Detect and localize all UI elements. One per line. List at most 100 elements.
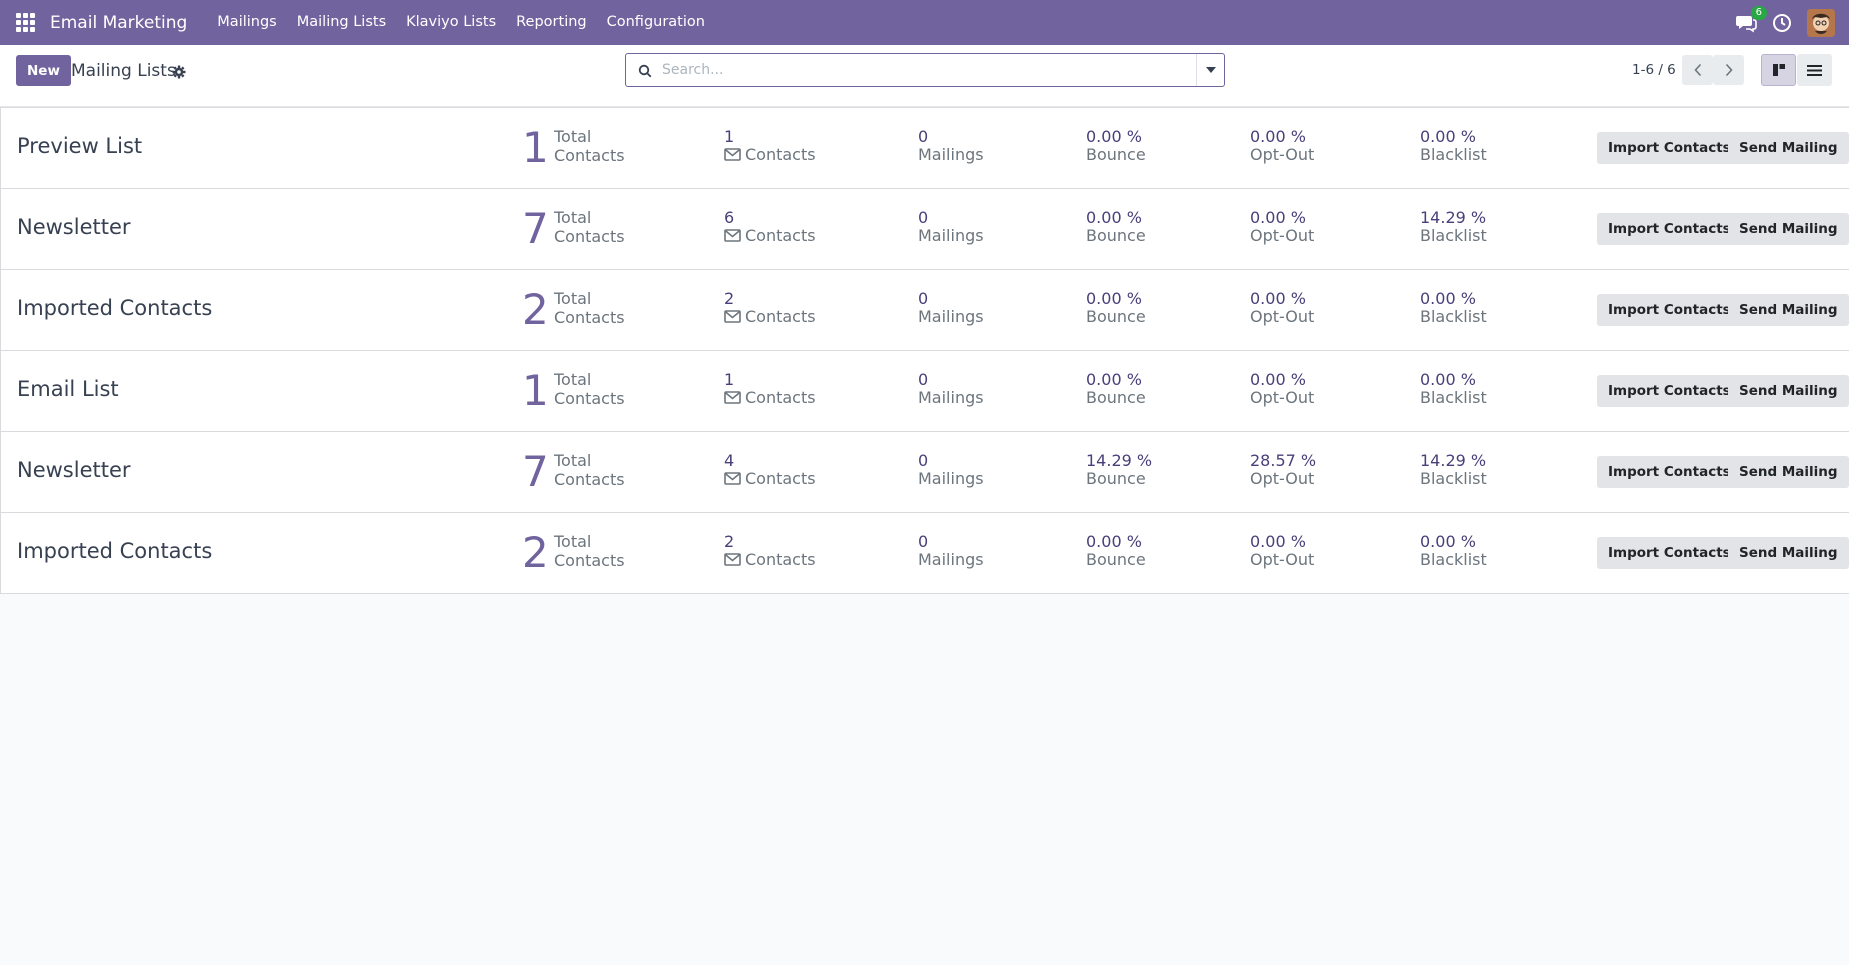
import-contacts-button[interactable]: Import Contacts — [1597, 132, 1742, 164]
mailing-list-row[interactable]: Email List 1 Total Contacts 1 Contacts 0M… — [0, 351, 1849, 432]
mailings-stat[interactable]: 0 Mailings — [918, 452, 984, 488]
bounce-stat[interactable]: 0.00 % Bounce — [1086, 533, 1146, 569]
mailing-list-row[interactable]: Preview List 1 Total Contacts 1 Contacts … — [0, 108, 1849, 189]
envelope-icon — [724, 391, 741, 404]
mailing-list-row[interactable]: Newsletter 7 Total Contacts 6 Contacts 0M… — [0, 189, 1849, 270]
list-name: Email List — [17, 377, 119, 401]
chat-icon[interactable]: 6 — [1735, 5, 1767, 33]
mailings-stat[interactable]: 0 Mailings — [918, 371, 984, 407]
activity-clock-icon[interactable] — [1771, 12, 1793, 34]
envelope-icon — [724, 472, 741, 485]
total-contacts-value: 2 — [522, 285, 549, 334]
list-icon — [1807, 64, 1822, 76]
total-contacts-label: Total Contacts — [554, 208, 625, 246]
systray: 6 — [1735, 5, 1835, 37]
contacts-stat[interactable]: 2 Contacts — [724, 290, 816, 326]
search-bar — [625, 53, 1225, 87]
envelope-icon — [724, 229, 741, 242]
send-mailing-button[interactable]: Send Mailing — [1728, 537, 1849, 569]
optout-stat[interactable]: 0.00 % Opt-Out — [1250, 128, 1314, 164]
mailing-list-row[interactable]: Imported Contacts 2 Total Contacts 2 Cont… — [0, 513, 1849, 594]
total-contacts-label: Total Contacts — [554, 451, 625, 489]
import-contacts-button[interactable]: Import Contacts — [1597, 294, 1742, 326]
optout-stat[interactable]: 0.00 % Opt-Out — [1250, 290, 1314, 326]
top-navbar: Email Marketing Mailings Mailing Lists K… — [0, 0, 1849, 45]
bounce-stat[interactable]: 0.00 % Bounce — [1086, 128, 1146, 164]
bounce-stat[interactable]: 14.29 % Bounce — [1086, 452, 1152, 488]
chevron-left-icon — [1693, 63, 1701, 77]
chat-badge: 6 — [1750, 5, 1767, 20]
blacklist-stat[interactable]: 0.00 % Blacklist — [1420, 128, 1487, 164]
total-contacts-label: Total Contacts — [554, 289, 625, 327]
total-contacts-label: Total Contacts — [554, 370, 625, 408]
mailings-stat[interactable]: 0 Mailings — [918, 533, 984, 569]
blacklist-stat[interactable]: 0.00 % Blacklist — [1420, 371, 1487, 407]
optout-stat[interactable]: 0.00 % Opt-Out — [1250, 371, 1314, 407]
mailing-list-row[interactable]: Newsletter 7 Total Contacts 4 Contacts 0M… — [0, 432, 1849, 513]
send-mailing-button[interactable]: Send Mailing — [1728, 213, 1849, 245]
total-contacts-label: Total Contacts — [554, 127, 625, 165]
blacklist-stat[interactable]: 0.00 % Blacklist — [1420, 290, 1487, 326]
search-options-toggle[interactable] — [1196, 54, 1224, 86]
mailings-stat[interactable]: 0 Mailings — [918, 209, 984, 245]
contacts-stat[interactable]: 4 Contacts — [724, 452, 816, 488]
chevron-right-icon — [1725, 63, 1733, 77]
mailing-list-row[interactable]: Imported Contacts 2 Total Contacts 2 Cont… — [0, 270, 1849, 351]
bounce-stat[interactable]: 0.00 % Bounce — [1086, 290, 1146, 326]
list-name: Preview List — [17, 134, 143, 158]
menu-mailing-lists[interactable]: Mailing Lists — [287, 0, 396, 45]
bounce-stat[interactable]: 0.00 % Bounce — [1086, 371, 1146, 407]
menu-mailings[interactable]: Mailings — [207, 0, 286, 45]
total-contacts-value: 1 — [522, 123, 549, 172]
total-contacts-value: 7 — [522, 204, 549, 253]
app-grid-icon[interactable] — [16, 12, 36, 33]
import-contacts-button[interactable]: Import Contacts — [1597, 375, 1742, 407]
menu-configuration[interactable]: Configuration — [597, 0, 715, 45]
new-button[interactable]: New — [16, 55, 71, 86]
total-contacts-value: 1 — [522, 366, 549, 415]
bounce-stat[interactable]: 0.00 % Bounce — [1086, 209, 1146, 245]
control-panel: New Mailing Lists 1-6 / 6 — [0, 45, 1849, 107]
main-menu: Mailings Mailing Lists Klaviyo Lists Rep… — [207, 0, 715, 45]
menu-reporting[interactable]: Reporting — [506, 0, 597, 45]
kanban-view-button[interactable] — [1761, 54, 1796, 86]
gear-icon[interactable] — [172, 64, 186, 79]
send-mailing-button[interactable]: Send Mailing — [1728, 456, 1849, 488]
contacts-stat[interactable]: 1 Contacts — [724, 128, 816, 164]
user-avatar[interactable] — [1807, 8, 1835, 37]
send-mailing-button[interactable]: Send Mailing — [1728, 132, 1849, 164]
envelope-icon — [724, 553, 741, 566]
breadcrumb: Mailing Lists — [71, 61, 176, 81]
import-contacts-button[interactable]: Import Contacts — [1597, 213, 1742, 245]
blacklist-stat[interactable]: 14.29 % Blacklist — [1420, 209, 1487, 245]
contacts-stat[interactable]: 2 Contacts — [724, 533, 816, 569]
optout-stat[interactable]: 0.00 % Opt-Out — [1250, 533, 1314, 569]
list-name: Newsletter — [17, 458, 131, 482]
import-contacts-button[interactable]: Import Contacts — [1597, 456, 1742, 488]
optout-stat[interactable]: 28.57 % Opt-Out — [1250, 452, 1316, 488]
list-view-button[interactable] — [1797, 54, 1832, 86]
search-input[interactable] — [662, 62, 1196, 78]
mailings-stat[interactable]: 0 Mailings — [918, 128, 984, 164]
caret-down-icon — [1205, 67, 1216, 73]
total-contacts-value: 7 — [522, 447, 549, 496]
contacts-stat[interactable]: 1 Contacts — [724, 371, 816, 407]
total-contacts-value: 2 — [522, 528, 549, 577]
menu-klaviyo-lists[interactable]: Klaviyo Lists — [396, 0, 506, 45]
envelope-icon — [724, 148, 741, 161]
contacts-stat[interactable]: 6 Contacts — [724, 209, 816, 245]
list-name: Imported Contacts — [17, 296, 213, 320]
app-brand[interactable]: Email Marketing — [50, 13, 187, 33]
import-contacts-button[interactable]: Import Contacts — [1597, 537, 1742, 569]
kanban-icon — [1772, 64, 1785, 76]
mailings-stat[interactable]: 0 Mailings — [918, 290, 984, 326]
send-mailing-button[interactable]: Send Mailing — [1728, 294, 1849, 326]
pager-previous-button[interactable] — [1682, 55, 1713, 85]
optout-stat[interactable]: 0.00 % Opt-Out — [1250, 209, 1314, 245]
blacklist-stat[interactable]: 14.29 % Blacklist — [1420, 452, 1487, 488]
blacklist-stat[interactable]: 0.00 % Blacklist — [1420, 533, 1487, 569]
pager-next-button[interactable] — [1713, 55, 1744, 85]
list-name: Newsletter — [17, 215, 131, 239]
pager-value[interactable]: 1-6 / 6 — [1632, 62, 1676, 78]
send-mailing-button[interactable]: Send Mailing — [1728, 375, 1849, 407]
